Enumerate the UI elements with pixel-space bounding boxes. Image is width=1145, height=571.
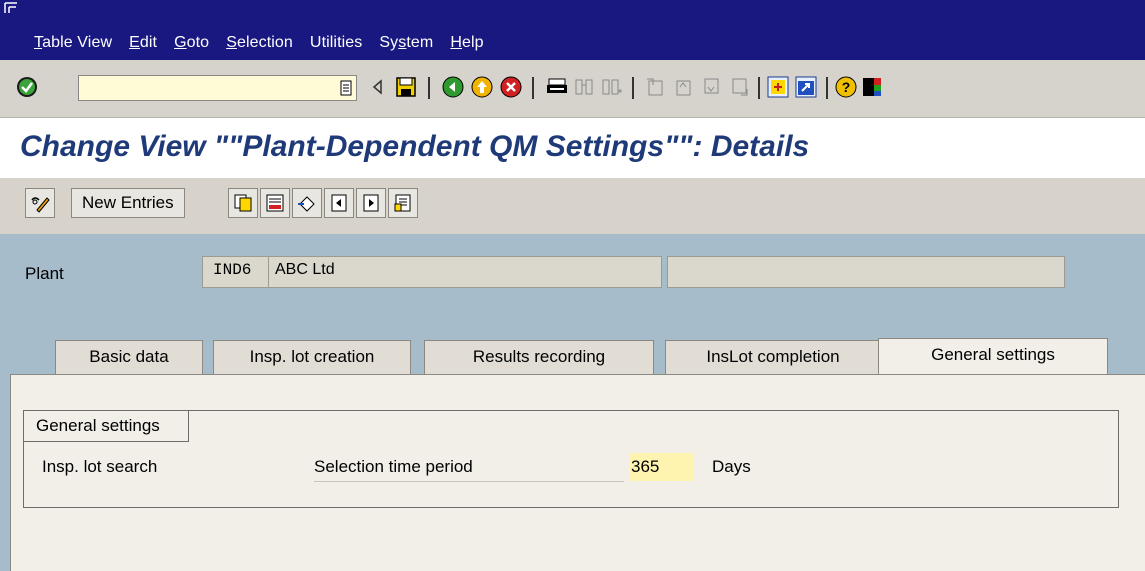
days-unit-label: Days	[712, 457, 751, 476]
first-page-icon	[647, 78, 663, 96]
find-icon	[575, 79, 593, 95]
previous-page-icon	[676, 80, 691, 96]
command-field[interactable]	[78, 75, 357, 101]
separator	[428, 77, 430, 99]
glasses-pencil-icon	[31, 197, 50, 213]
cancel-icon[interactable]	[499, 75, 523, 99]
separator	[532, 77, 534, 99]
group-title: General settings	[23, 410, 189, 442]
help-icon[interactable]: ?	[834, 75, 858, 99]
standard-toolbar: ?	[0, 60, 1145, 118]
selection-time-period-input[interactable]: 365	[629, 453, 693, 481]
separator	[758, 77, 760, 99]
copy-icon	[234, 194, 252, 212]
tab-results-recording[interactable]: Results recording	[424, 340, 654, 374]
find-next-icon	[602, 79, 622, 95]
main-area: Plant IND6 ABC Ltd Basic data Insp. lot …	[0, 234, 1145, 571]
system-menu-icon[interactable]	[4, 2, 18, 14]
separator	[632, 77, 634, 99]
menu-system[interactable]: System	[379, 34, 433, 52]
tab-basic-data[interactable]: Basic data	[55, 340, 203, 374]
delete-icon	[266, 194, 284, 212]
layout-icon[interactable]	[860, 75, 884, 99]
exit-icon[interactable]	[470, 75, 494, 99]
previous-entry-button[interactable]	[324, 188, 354, 218]
previous-entry-icon	[331, 194, 347, 212]
next-page-icon	[704, 78, 719, 94]
dropdown-icon[interactable]	[340, 80, 352, 96]
save-icon[interactable]	[394, 75, 418, 99]
plant-name: ABC Ltd	[275, 261, 335, 278]
tab-general-settings[interactable]: General settings	[878, 338, 1108, 374]
create-session-icon[interactable]	[766, 75, 790, 99]
separator	[826, 77, 828, 99]
tab-panel: General settings Insp. lot search Select…	[10, 374, 1145, 571]
menu-utilities[interactable]: Utilities	[310, 34, 362, 52]
insp-lot-search-label: Insp. lot search	[42, 457, 158, 476]
command-input[interactable]	[79, 76, 325, 100]
page-title: Change View ""Plant-Dependent QM Setting…	[20, 130, 810, 163]
new-entries-button[interactable]: New Entries	[71, 188, 185, 218]
plant-label: Plant	[25, 264, 64, 283]
next-entry-icon	[363, 194, 379, 212]
print-icon[interactable]	[545, 75, 569, 99]
menu-items: Table View Edit Goto Selection Utilities…	[34, 34, 501, 52]
application-toolbar: New Entries	[0, 178, 1145, 234]
selection-time-period-label: Selection time period	[314, 457, 624, 482]
menu-table-view[interactable]: Table View	[34, 34, 112, 52]
display-change-button[interactable]	[25, 188, 55, 218]
menu-bar: Table View Edit Goto Selection Utilities…	[0, 0, 1145, 60]
variant-icon	[394, 194, 411, 212]
shortcut-icon[interactable]	[794, 75, 818, 99]
svg-text:?: ?	[842, 79, 851, 95]
tab-insp-lot-creation[interactable]: Insp. lot creation	[213, 340, 411, 374]
undo-icon	[298, 196, 315, 212]
plant-code: IND6	[213, 261, 252, 279]
menu-selection[interactable]: Selection	[226, 34, 293, 52]
menu-edit[interactable]: Edit	[129, 34, 157, 52]
divider	[268, 257, 269, 287]
copy-as-button[interactable]	[228, 188, 258, 218]
general-settings-group: General settings Insp. lot search Select…	[23, 410, 1119, 508]
plant-field: IND6 ABC Ltd	[202, 256, 662, 288]
delete-button[interactable]	[260, 188, 290, 218]
menu-goto[interactable]: Goto	[174, 34, 209, 52]
next-entry-button[interactable]	[356, 188, 386, 218]
title-bar: Change View ""Plant-Dependent QM Setting…	[0, 118, 1145, 178]
select-all-button[interactable]	[388, 188, 418, 218]
menu-help[interactable]: Help	[450, 34, 483, 52]
tab-inslot-completion[interactable]: InsLot completion	[665, 340, 881, 374]
back-icon[interactable]	[366, 75, 390, 99]
back-nav-icon[interactable]	[441, 75, 465, 99]
plant-extra-field	[667, 256, 1065, 288]
enter-icon[interactable]	[15, 75, 39, 99]
undo-change-button[interactable]	[292, 188, 322, 218]
last-page-icon	[732, 78, 748, 96]
